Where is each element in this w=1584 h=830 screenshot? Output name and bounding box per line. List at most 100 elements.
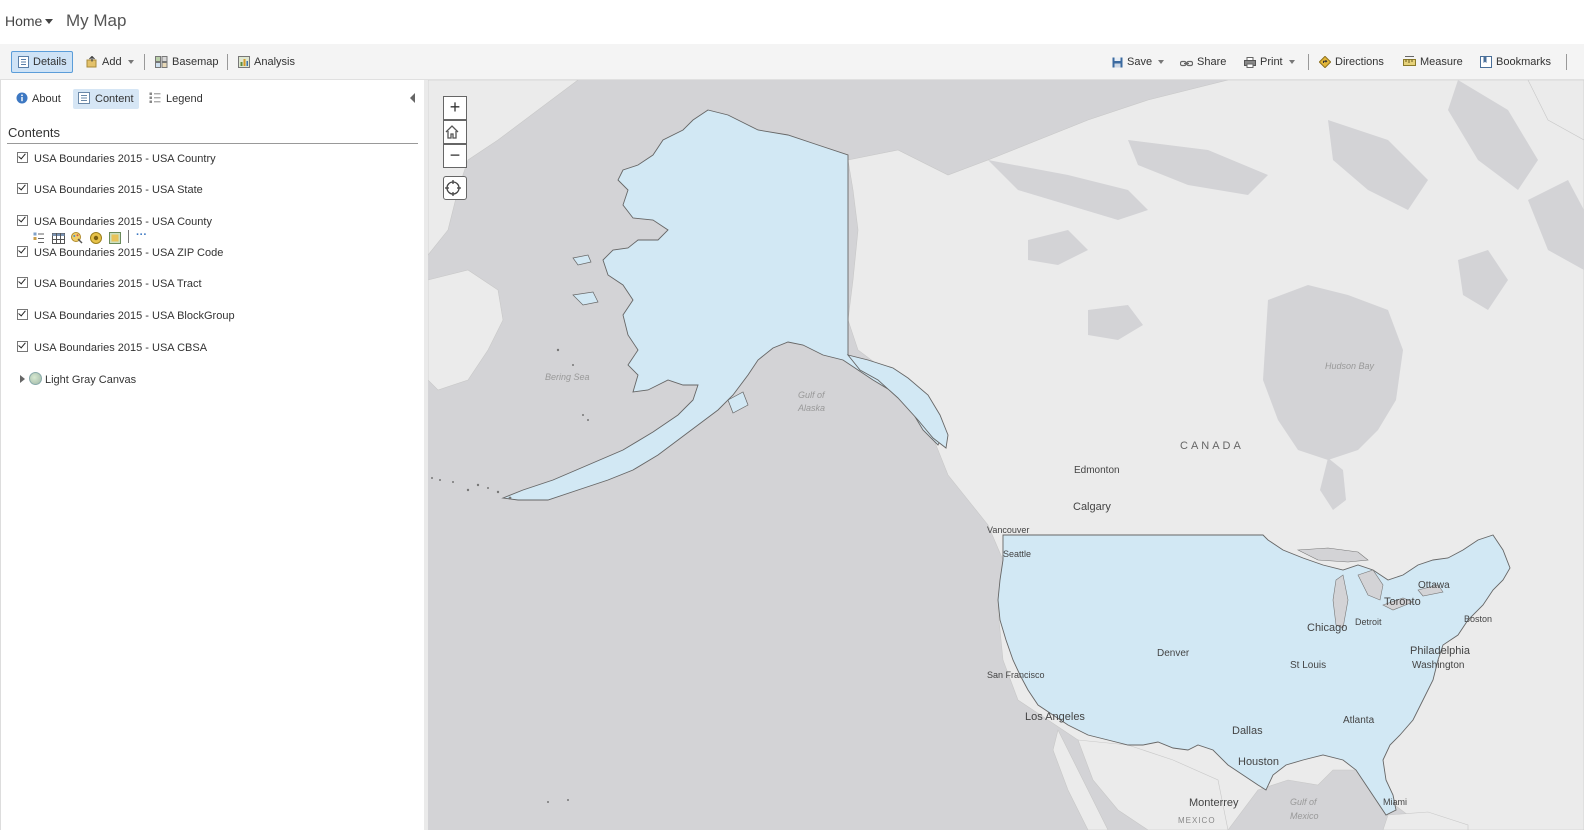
- layer-visibility-checkbox[interactable]: [17, 246, 28, 257]
- layer-visibility-checkbox[interactable]: [17, 341, 28, 352]
- layer-name[interactable]: USA Boundaries 2015 - USA ZIP Code: [34, 247, 223, 259]
- add-button[interactable]: Add: [86, 51, 134, 73]
- city-label: Dallas: [1232, 725, 1263, 737]
- content-list-icon: [78, 91, 90, 111]
- save-button[interactable]: Save: [1112, 51, 1165, 73]
- bookmark-icon: [1480, 54, 1492, 76]
- city-label: Philadelphia: [1410, 645, 1470, 657]
- tab-content[interactable]: Content: [73, 89, 139, 109]
- aleutian-islands: [431, 348, 589, 803]
- map-title: My Map: [66, 11, 127, 30]
- city-label: Detroit: [1355, 617, 1382, 627]
- analysis-button[interactable]: Analysis: [238, 51, 295, 73]
- map-toolbar: Details Add Basemap Analysis Save Share …: [0, 44, 1584, 80]
- layer-item[interactable]: USA Boundaries 2015 - USA County: [17, 215, 212, 231]
- home-menu[interactable]: Home: [5, 13, 54, 29]
- layer-visibility-checkbox[interactable]: [17, 215, 28, 226]
- toolbar-separator: [227, 54, 228, 70]
- city-label: Toronto: [1384, 596, 1421, 608]
- city-label: Chicago: [1307, 622, 1348, 634]
- layer-item[interactable]: USA Boundaries 2015 - USA Country: [17, 152, 216, 168]
- home-label: Home: [5, 13, 43, 29]
- layer-name[interactable]: USA Boundaries 2015 - USA Tract: [34, 278, 202, 290]
- tab-about[interactable]: About: [11, 89, 66, 109]
- city-label: Edmonton: [1074, 465, 1120, 476]
- top-header: Home My Map: [0, 0, 1584, 44]
- share-link-icon: [1179, 54, 1194, 76]
- city-label: Calgary: [1073, 501, 1111, 513]
- water-label-gulf-of-mexico-2: Mexico: [1290, 811, 1319, 821]
- city-label: St Louis: [1290, 660, 1327, 671]
- toolbar-separator: [1566, 54, 1567, 70]
- zoom-out-button[interactable]: −: [443, 144, 467, 168]
- layer-item[interactable]: USA Boundaries 2015 - USA ZIP Code: [17, 246, 223, 262]
- expand-triangle-icon[interactable]: [20, 375, 25, 383]
- contents-heading: Contents: [8, 125, 61, 140]
- details-button[interactable]: Details: [11, 51, 73, 73]
- layer-visibility-checkbox[interactable]: [17, 152, 28, 163]
- more-options-icon[interactable]: ···: [136, 230, 152, 243]
- basemap-button[interactable]: Basemap: [155, 51, 218, 73]
- tab-content-label: Content: [95, 93, 134, 105]
- city-label: Washington: [1412, 660, 1465, 671]
- default-extent-button[interactable]: [443, 120, 467, 144]
- layer-name[interactable]: USA Boundaries 2015 - USA County: [34, 216, 212, 228]
- city-label: Ottawa: [1418, 580, 1450, 591]
- water-label-gulf-of-alaska-2: Alaska: [798, 403, 826, 413]
- add-layer-icon: [86, 54, 98, 76]
- city-label: Miami: [1383, 797, 1407, 807]
- basemap-layer-name[interactable]: Light Gray Canvas: [45, 374, 136, 386]
- collapse-panel-icon[interactable]: [410, 93, 415, 103]
- print-button[interactable]: Print: [1244, 51, 1295, 73]
- water-label-bering-sea: Bering Sea: [545, 372, 590, 382]
- basemap-gallery-icon: [155, 54, 168, 76]
- legend-list-icon: [149, 91, 161, 111]
- city-label: Atlanta: [1343, 715, 1375, 726]
- toolbar-separator: [1308, 54, 1309, 70]
- caret-down-icon: [45, 19, 54, 24]
- city-label: Houston: [1238, 756, 1279, 768]
- share-button[interactable]: Share: [1179, 51, 1226, 76]
- layer-visibility-checkbox[interactable]: [17, 183, 28, 194]
- tab-legend-label: Legend: [166, 93, 203, 105]
- layer-visibility-checkbox[interactable]: [17, 277, 28, 288]
- layer-item[interactable]: USA Boundaries 2015 - USA State: [17, 183, 203, 199]
- analysis-icon: [238, 54, 250, 76]
- layer-visibility-checkbox[interactable]: [17, 309, 28, 320]
- basemap-canvas: [428, 80, 1584, 830]
- city-label: San Francisco: [987, 670, 1045, 680]
- layer-item[interactable]: USA Boundaries 2015 - USA CBSA: [17, 341, 207, 357]
- change-style-icon[interactable]: [71, 231, 83, 244]
- layer-name[interactable]: USA Boundaries 2015 - USA State: [34, 184, 203, 196]
- layer-name[interactable]: USA Boundaries 2015 - USA Country: [34, 153, 216, 165]
- city-label: Seattle: [1003, 549, 1032, 559]
- bookmarks-button[interactable]: Bookmarks: [1480, 51, 1551, 73]
- directions-button[interactable]: Directions: [1318, 51, 1384, 73]
- print-label: Print: [1260, 56, 1283, 68]
- show-item-details-icon[interactable]: [109, 231, 121, 244]
- show-table-icon[interactable]: [52, 231, 65, 244]
- measure-button[interactable]: Measure: [1403, 51, 1463, 73]
- details-label: Details: [33, 56, 67, 68]
- perform-analysis-icon[interactable]: [90, 231, 102, 244]
- country-label-mexico: MEXICO: [1178, 816, 1216, 825]
- zoom-in-button[interactable]: +: [443, 96, 467, 120]
- layer-item[interactable]: USA Boundaries 2015 - USA BlockGroup: [17, 309, 235, 325]
- basemap-label: Basemap: [172, 56, 219, 68]
- locate-button[interactable]: [443, 176, 467, 200]
- tool-separator: [128, 230, 129, 243]
- tab-legend[interactable]: Legend: [144, 89, 208, 109]
- save-label: Save: [1127, 56, 1153, 68]
- basemap-layer-item[interactable]: Light Gray Canvas: [20, 372, 136, 386]
- city-label: Los Angeles: [1025, 711, 1085, 723]
- layer-name[interactable]: USA Boundaries 2015 - USA BlockGroup: [34, 310, 235, 322]
- layer-name[interactable]: USA Boundaries 2015 - USA CBSA: [34, 342, 207, 354]
- water-label-gulf-of-mexico-1: Gulf of: [1290, 797, 1317, 807]
- tab-about-label: About: [32, 93, 61, 105]
- layer-item[interactable]: USA Boundaries 2015 - USA Tract: [17, 277, 202, 293]
- map-view[interactable]: + − Bering Sea Gulf of Alaska Hudson Bay…: [428, 80, 1584, 830]
- water-label-gulf-of-alaska-1: Gulf of: [798, 390, 825, 400]
- city-label: Vancouver: [987, 525, 1030, 535]
- printer-icon: [1244, 54, 1256, 76]
- show-legend-icon[interactable]: [33, 231, 45, 243]
